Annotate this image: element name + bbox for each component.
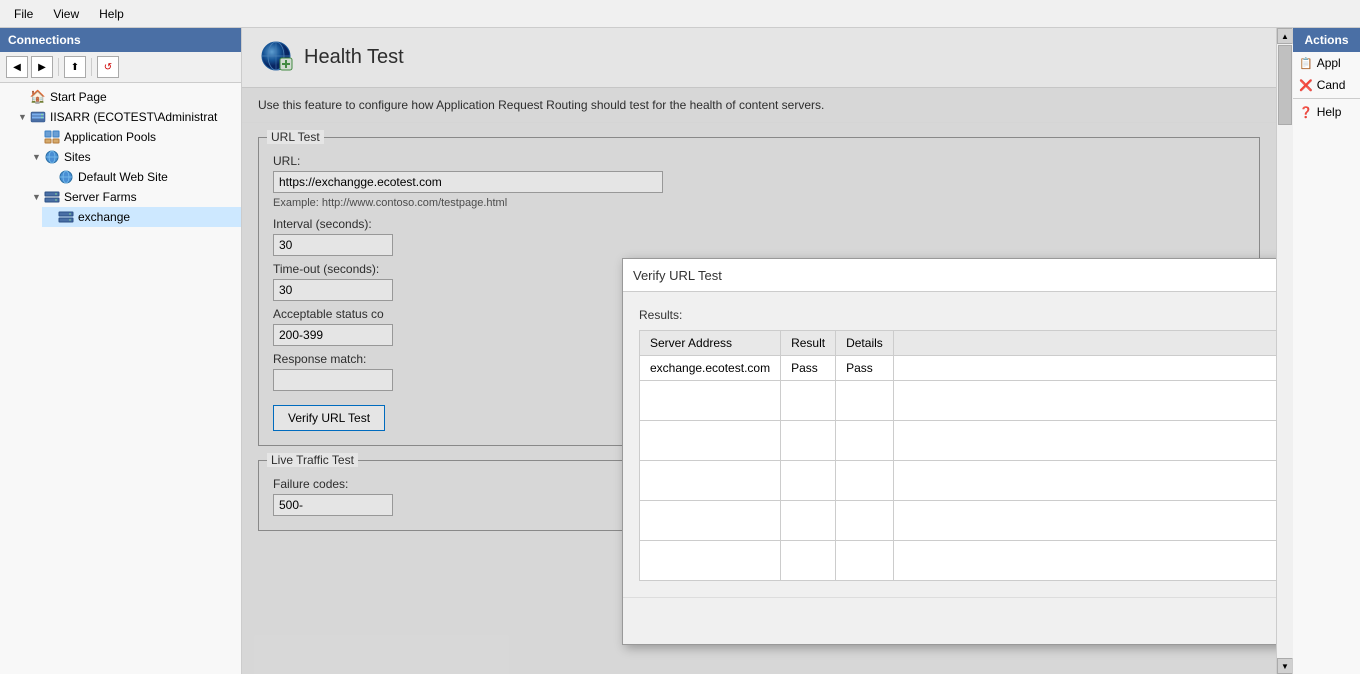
- empty-row: [640, 381, 1277, 421]
- server-icon: [30, 109, 46, 125]
- modal-title: Verify URL Test: [633, 268, 722, 283]
- tree-item-app-pools[interactable]: Application Pools: [28, 127, 241, 147]
- result-spacer: [893, 356, 1276, 381]
- tree-view: 🏠 Start Page ▼ IISARR (ECOTEST\Administr…: [0, 83, 241, 674]
- left-toolbar: ◀ ▶ ⬆ ↺: [0, 52, 241, 83]
- forward-button[interactable]: ▶: [31, 56, 53, 78]
- tree-item-server-farms[interactable]: ▼ Server Farms: [28, 187, 241, 207]
- sites-label: Sites: [64, 150, 91, 164]
- result-result: Pass: [781, 356, 836, 381]
- start-page-icon: 🏠: [30, 89, 46, 105]
- action-help-label: Help: [1317, 105, 1342, 119]
- sites-icon: [44, 149, 60, 165]
- menu-help[interactable]: Help: [91, 3, 132, 25]
- exchange-label: exchange: [78, 210, 130, 224]
- default-web-label: Default Web Site: [78, 170, 168, 184]
- col-details: Details: [836, 331, 894, 356]
- scroll-thumb[interactable]: [1278, 45, 1292, 125]
- tree-item-start-page[interactable]: 🏠 Start Page: [14, 87, 241, 107]
- col-result: Result: [781, 331, 836, 356]
- server-farms-icon: [44, 189, 60, 205]
- result-server: exchange.ecotest.com: [640, 356, 781, 381]
- exchange-icon: [58, 209, 74, 225]
- result-details: Pass: [836, 356, 894, 381]
- menubar: File View Help: [0, 0, 1360, 28]
- actions-header: Actions: [1293, 28, 1360, 52]
- action-help[interactable]: ❓ Help: [1293, 101, 1360, 123]
- action-cancel-label: Cand: [1317, 78, 1346, 92]
- tree-item-default-web[interactable]: Default Web Site: [42, 167, 241, 187]
- modal-overlay: Verify URL Test ? ✕ Results: Server Ad: [242, 28, 1276, 674]
- default-web-icon: [58, 169, 74, 185]
- verify-modal: Verify URL Test ? ✕ Results: Server Ad: [622, 258, 1276, 645]
- app-pools-icon: [44, 129, 60, 145]
- col-spacer: [893, 331, 1276, 356]
- tree-item-sites[interactable]: ▼ Sites: [28, 147, 241, 167]
- scroll-track: [1277, 44, 1293, 658]
- action-apply[interactable]: 📋 Appl: [1293, 52, 1360, 74]
- tree-item-exchange[interactable]: exchange: [42, 207, 241, 227]
- cancel-icon: ❌: [1299, 79, 1313, 92]
- results-table: Server Address Result Details exchange.e…: [639, 330, 1276, 581]
- modal-titlebar: Verify URL Test ? ✕: [623, 259, 1276, 292]
- back-button[interactable]: ◀: [6, 56, 28, 78]
- col-server-address: Server Address: [640, 331, 781, 356]
- empty-row: [640, 501, 1277, 541]
- menu-file[interactable]: File: [6, 3, 41, 25]
- scroll-up-arrow[interactable]: ▲: [1277, 28, 1293, 44]
- menu-view[interactable]: View: [45, 3, 87, 25]
- connections-header: Connections: [0, 28, 241, 52]
- modal-body: Results: Server Address Result Details: [623, 292, 1276, 597]
- modal-footer: Close: [623, 597, 1276, 644]
- action-apply-label: Appl: [1317, 56, 1341, 70]
- iisarr-label: IISARR (ECOTEST\Administrat: [50, 110, 217, 124]
- up-button[interactable]: ⬆: [64, 56, 86, 78]
- help-icon: ❓: [1299, 106, 1313, 119]
- apply-icon: 📋: [1299, 57, 1313, 70]
- refresh-button[interactable]: ↺: [97, 56, 119, 78]
- expand-iisarr: ▼: [18, 112, 30, 122]
- empty-row: [640, 461, 1277, 501]
- server-farms-label: Server Farms: [64, 190, 137, 204]
- vertical-scrollbar[interactable]: ▲ ▼: [1276, 28, 1292, 674]
- scroll-down-arrow[interactable]: ▼: [1277, 658, 1293, 674]
- empty-row: [640, 421, 1277, 461]
- actions-panel: Actions 📋 Appl ❌ Cand ❓ Help: [1292, 28, 1360, 674]
- tree-item-iisarr[interactable]: ▼ IISARR (ECOTEST\Administrat: [14, 107, 241, 127]
- action-cancel[interactable]: ❌ Cand: [1293, 74, 1360, 96]
- empty-row: [640, 541, 1277, 581]
- app-pools-label: Application Pools: [64, 130, 156, 144]
- result-row: exchange.ecotest.com Pass Pass: [640, 356, 1277, 381]
- start-page-label: Start Page: [50, 90, 107, 104]
- results-label: Results:: [639, 308, 1276, 322]
